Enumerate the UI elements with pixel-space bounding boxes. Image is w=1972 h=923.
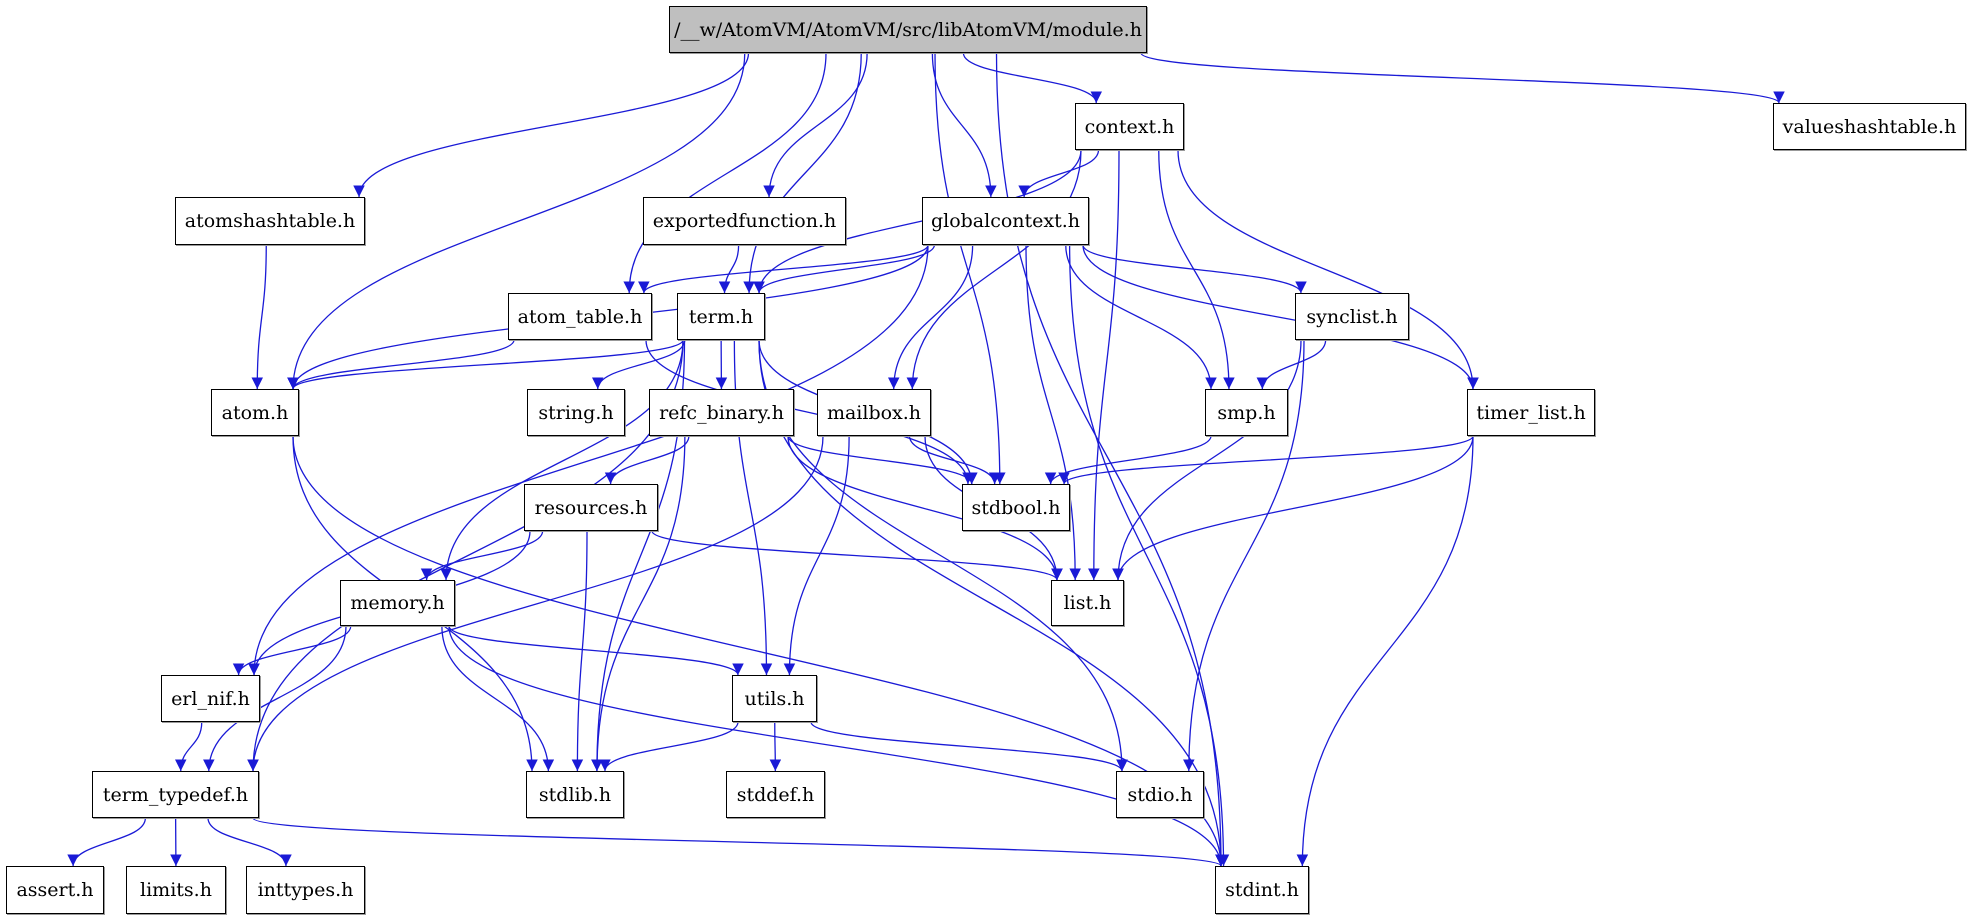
edge-globalcontext-to-atom_table (638, 244, 929, 294)
edge-utils-to-stdio (810, 721, 1128, 772)
edge-memory-to-utils (448, 625, 744, 676)
node-assert-h[interactable]: assert.h (6, 866, 104, 914)
edge-term_typedef-to-inttypes (207, 817, 292, 867)
node-stdio-h[interactable]: stdio.h (1116, 771, 1204, 818)
node-resources-h[interactable]: resources.h (524, 484, 658, 531)
node-memory-h[interactable]: memory.h (340, 580, 455, 626)
node-atom-table-h[interactable]: atom_table.h (508, 293, 652, 340)
edge-context-to-globalcontext (1018, 149, 1100, 198)
node-limits-h[interactable]: limits.h (126, 866, 226, 914)
dependency-edges (67, 52, 1785, 867)
node-stdint-h[interactable]: stdint.h (1215, 866, 1309, 914)
node-atom-h[interactable]: atom.h (211, 389, 299, 436)
node-exportedfunction-h[interactable]: exportedfunction.h (643, 197, 846, 245)
edge-term_typedef-to-stdint (252, 817, 1227, 867)
node-atomshashtable-h[interactable]: atomshashtable.h (175, 197, 365, 245)
edge-timer_list-to-stdint (1296, 435, 1474, 867)
node-module-h[interactable]: /__w/AtomVM/AtomVM/src/libAtomVM/module.… (669, 6, 1147, 53)
edge-term-to-atom (287, 339, 684, 390)
node-string-h[interactable]: string.h (527, 389, 625, 436)
edge-module-to-globalcontext (931, 52, 997, 198)
edge-smp-to-stdbool (1044, 435, 1212, 485)
edge-module-to-stdbool (934, 52, 1006, 485)
edge-context-to-timer_list (1177, 149, 1479, 390)
edge-refc_binary-to-resources (604, 435, 690, 485)
edge-module-to-exportedfunction (763, 52, 868, 198)
edge-synclist-to-smp (1256, 339, 1327, 390)
node-stdlib-h[interactable]: stdlib.h (526, 771, 624, 818)
edge-erl_nif-to-term_typedef (174, 721, 203, 772)
edge-memory-to-stdint (448, 625, 1227, 867)
edge-term_typedef-to-assert (67, 817, 147, 867)
edge-resources-to-stdlib (571, 530, 588, 772)
edge-timer_list-to-stdbool (1058, 435, 1474, 485)
edge-utils-to-stddef (769, 721, 782, 772)
node-term-h[interactable]: term.h (677, 293, 765, 340)
edge-globalcontext-to-timer_list (1082, 244, 1479, 390)
node-list-h[interactable]: list.h (1051, 580, 1124, 626)
node-mailbox-h[interactable]: mailbox.h (817, 389, 931, 436)
node-refc-binary-h[interactable]: refc_binary.h (649, 389, 794, 436)
edge-globalcontext-to-smp (1065, 244, 1217, 390)
edge-module-to-atomshashtable (353, 52, 750, 198)
edge-module-to-valueshashtable (1140, 52, 1785, 104)
edge-atomshashtable-to-atom (251, 244, 267, 390)
edge-exportedfunction-to-term (718, 244, 740, 294)
edge-term-to-memory (440, 339, 684, 581)
edge-module-to-atom_table (623, 52, 827, 294)
node-erl-nif-h[interactable]: erl_nif.h (161, 675, 260, 722)
edge-timer_list-to-list (1112, 435, 1474, 581)
node-context-h[interactable]: context.h (1075, 103, 1184, 150)
edge-module-to-stdint (995, 52, 1227, 867)
edge-module-to-context (962, 52, 1103, 104)
node-timer-list-h[interactable]: timer_list.h (1467, 389, 1595, 436)
node-smp-h[interactable]: smp.h (1205, 389, 1288, 436)
edge-module-to-term (743, 52, 862, 294)
node-utils-h[interactable]: utils.h (732, 675, 817, 722)
edge-context-to-mailbox (906, 149, 1082, 390)
edge-utils-to-stdlib (599, 721, 739, 772)
edge-context-to-list (1087, 149, 1120, 581)
node-inttypes-h[interactable]: inttypes.h (246, 866, 365, 914)
node-stddef-h[interactable]: stddef.h (726, 771, 825, 818)
edge-resources-to-memory (420, 530, 544, 581)
node-globalcontext-h[interactable]: globalcontext.h (922, 197, 1089, 245)
node-term-typedef-h[interactable]: term_typedef.h (92, 771, 259, 818)
node-valueshashtable-h[interactable]: valueshashtable.h (1773, 103, 1966, 150)
node-synclist-h[interactable]: synclist.h (1295, 293, 1409, 340)
node-stdbool-h[interactable]: stdbool.h (962, 484, 1070, 531)
edge-resources-to-list (651, 530, 1063, 581)
